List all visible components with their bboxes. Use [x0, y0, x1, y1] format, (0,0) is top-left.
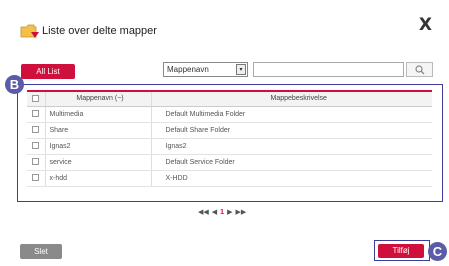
- search-button[interactable]: [406, 62, 433, 77]
- annotation-badge-b: B: [5, 75, 24, 94]
- folder-description: Default Share Folder: [151, 122, 432, 139]
- annotation-badge-c: C: [428, 242, 447, 261]
- table-row[interactable]: Ignas2 Ignas2: [27, 138, 432, 155]
- table-row[interactable]: service Default Service Folder: [27, 154, 432, 171]
- search-icon: [414, 64, 424, 74]
- next-page-icon[interactable]: ▶: [227, 208, 232, 216]
- all-list-button[interactable]: All List: [21, 64, 75, 79]
- folder-description: Default Multimedia Folder: [151, 106, 432, 123]
- search-input[interactable]: [253, 62, 404, 77]
- shared-folder-dialog: Liste over delte mapper X All List Mappe…: [0, 0, 449, 266]
- close-icon[interactable]: X: [419, 15, 432, 35]
- folder-name: Share: [45, 122, 152, 139]
- shared-folder-icon: [20, 22, 40, 40]
- last-page-icon[interactable]: ▶▶: [235, 208, 246, 216]
- pagination: ◀◀ ◀ 1 ▶ ▶▶: [198, 208, 246, 217]
- row-checkbox[interactable]: [27, 170, 46, 187]
- folder-description: Default Service Folder: [151, 154, 432, 171]
- row-checkbox[interactable]: [27, 138, 46, 155]
- chevron-down-icon[interactable]: ▾: [236, 64, 246, 75]
- delete-button[interactable]: Slet: [20, 244, 62, 259]
- header-folder-description: Mappebeskrivelse: [151, 91, 432, 107]
- folder-description: X-HDD: [151, 170, 432, 187]
- select-all-checkbox[interactable]: [27, 91, 46, 107]
- dialog-title-bar: Liste over delte mapper: [20, 18, 157, 44]
- first-page-icon[interactable]: ◀◀: [198, 208, 209, 216]
- table-header-row: Mappenavn (−) Mappebeskrivelse: [27, 91, 432, 107]
- folder-name: service: [45, 154, 152, 171]
- prev-page-icon[interactable]: ◀: [212, 208, 217, 216]
- filter-select[interactable]: Mappenavn ▾: [163, 62, 248, 77]
- dialog-title: Liste over delte mapper: [42, 25, 157, 37]
- folder-name: x-hdd: [45, 170, 152, 187]
- header-folder-name[interactable]: Mappenavn (−): [45, 91, 152, 107]
- filter-select-value: Mappenavn: [167, 65, 209, 74]
- table-row[interactable]: x-hdd X-HDD: [27, 170, 432, 187]
- row-checkbox[interactable]: [27, 154, 46, 171]
- add-button[interactable]: Tilføj: [378, 244, 424, 258]
- table-row[interactable]: Multimedia Default Multimedia Folder: [27, 106, 432, 123]
- folder-name: Multimedia: [45, 106, 152, 123]
- row-checkbox[interactable]: [27, 122, 46, 139]
- folder-table: Mappenavn (−) Mappebeskrivelse Multimedi…: [27, 90, 432, 187]
- folder-description: Ignas2: [151, 138, 432, 155]
- table-row[interactable]: Share Default Share Folder: [27, 122, 432, 139]
- row-checkbox[interactable]: [27, 106, 46, 123]
- folder-name: Ignas2: [45, 138, 152, 155]
- current-page[interactable]: 1: [220, 209, 224, 216]
